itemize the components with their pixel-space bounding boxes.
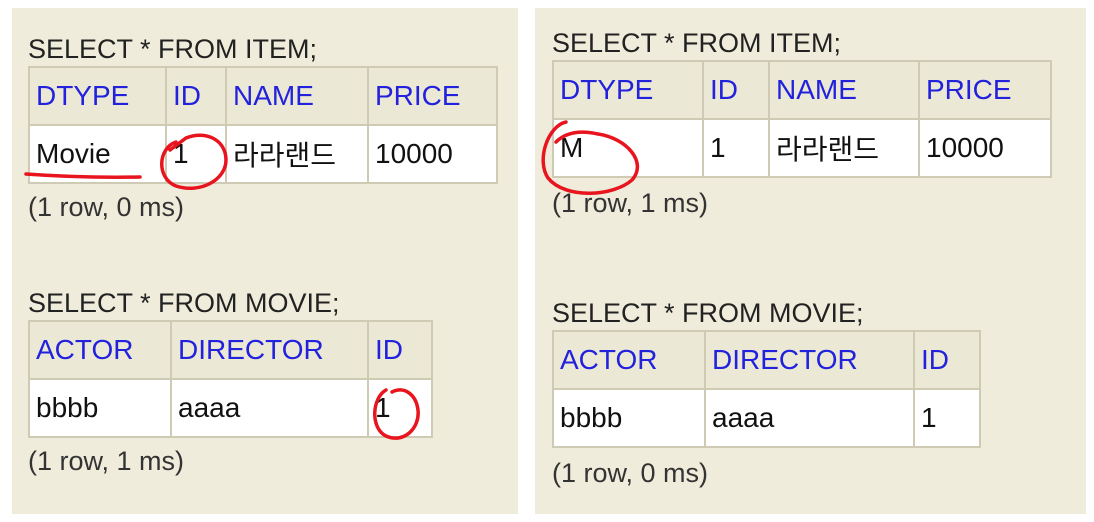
table-row: bbbb aaaa 1 [28,378,433,438]
table-row: Movie 1 라라랜드 10000 [28,124,498,184]
cell-id: 1 [165,124,227,184]
column-header-id: ID [367,320,433,380]
movie-query-text: SELECT * FROM MOVIE; [28,288,340,318]
cell-name: 라라랜드 [225,124,369,184]
cell-actor: bbbb [552,388,706,448]
cell-dtype: M [552,118,704,178]
column-header-actor: ACTOR [28,320,172,380]
column-header-name: NAME [225,66,369,126]
cell-id: 1 [913,388,981,448]
table-row: M 1 라라랜드 10000 [552,118,1052,178]
table-header-row: DTYPE ID NAME PRICE [552,60,1052,120]
column-header-director: DIRECTOR [170,320,369,380]
item-result-table: DTYPE ID NAME PRICE Movie 1 라라랜드 10000 [28,66,498,184]
movie-row-count: (1 row, 0 ms) [552,458,709,488]
column-header-id: ID [913,330,981,390]
item-row-count: (1 row, 0 ms) [28,192,185,222]
column-header-price: PRICE [918,60,1052,120]
column-header-id: ID [702,60,770,120]
column-header-name: NAME [768,60,920,120]
table-row: bbbb aaaa 1 [552,388,981,448]
column-header-dtype: DTYPE [552,60,704,120]
column-header-actor: ACTOR [552,330,706,390]
cell-actor: bbbb [28,378,172,438]
left-result-panel: SELECT * FROM ITEM; DTYPE ID NAME PRICE … [12,8,518,514]
table-header-row: DTYPE ID NAME PRICE [28,66,498,126]
cell-price: 10000 [918,118,1052,178]
item-query-text: SELECT * FROM ITEM; [552,28,842,58]
item-row-count: (1 row, 1 ms) [552,188,709,218]
cell-id: 1 [702,118,770,178]
movie-result-table: ACTOR DIRECTOR ID bbbb aaaa 1 [552,330,981,448]
cell-price: 10000 [367,124,498,184]
movie-query-text: SELECT * FROM MOVIE; [552,298,864,328]
item-result-block: SELECT * FROM ITEM; DTYPE ID NAME PRICE … [28,32,498,224]
item-query-text: SELECT * FROM ITEM; [28,34,318,64]
cell-director: aaaa [704,388,915,448]
cell-director: aaaa [170,378,369,438]
item-result-table: DTYPE ID NAME PRICE M 1 라라랜드 10000 [552,60,1052,178]
movie-result-block: SELECT * FROM MOVIE; ACTOR DIRECTOR ID b… [28,286,433,478]
column-header-dtype: DTYPE [28,66,167,126]
movie-result-table: ACTOR DIRECTOR ID bbbb aaaa 1 [28,320,433,438]
item-result-block: SELECT * FROM ITEM; DTYPE ID NAME PRICE … [552,26,1052,220]
table-header-row: ACTOR DIRECTOR ID [28,320,433,380]
column-header-price: PRICE [367,66,498,126]
cell-id: 1 [367,378,433,438]
cell-dtype: Movie [28,124,167,184]
column-header-director: DIRECTOR [704,330,915,390]
table-header-row: ACTOR DIRECTOR ID [552,330,981,390]
right-result-panel: SELECT * FROM ITEM; DTYPE ID NAME PRICE … [535,8,1086,514]
movie-row-count: (1 row, 1 ms) [28,446,185,476]
cell-name: 라라랜드 [768,118,920,178]
column-header-id: ID [165,66,227,126]
movie-result-block: SELECT * FROM MOVIE; ACTOR DIRECTOR ID b… [552,296,981,490]
